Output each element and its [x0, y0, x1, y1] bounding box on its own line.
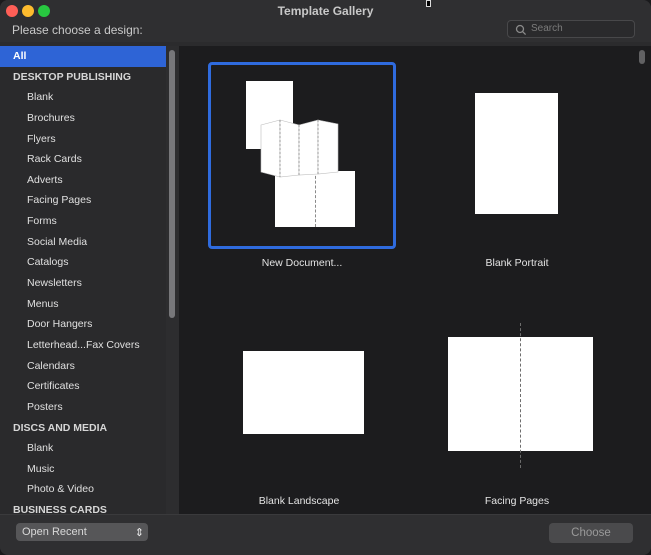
sidebar-item[interactable]: Rack Cards: [0, 149, 166, 170]
sidebar-scroll-thumb[interactable]: [169, 50, 175, 318]
tile-label-facing-pages: Facing Pages: [484, 495, 550, 507]
sidebar-item[interactable]: Facing Pages: [0, 190, 166, 211]
title-bar: Template Gallery: [0, 0, 651, 22]
template-gallery-window: Template Gallery Please choose a design:…: [0, 0, 651, 555]
sidebar-item[interactable]: Menus: [0, 294, 166, 315]
sidebar-item[interactable]: Posters: [0, 397, 166, 418]
search-placeholder: Search: [531, 23, 563, 34]
window-title: Template Gallery: [277, 4, 374, 18]
search-input[interactable]: Search: [507, 20, 635, 38]
sidebar-item[interactable]: Music: [0, 459, 166, 480]
template-grid: New Document... Blank Portrait Blank Lan…: [179, 46, 651, 514]
choose-button[interactable]: Choose: [549, 523, 633, 543]
sidebar-item[interactable]: Certificates: [0, 376, 166, 397]
chevron-updown-icon: ⇕: [134, 527, 144, 539]
sidebar-item[interactable]: Social Media: [0, 232, 166, 253]
text-cursor-icon: [426, 0, 431, 7]
sidebar-category-header[interactable]: DISCS AND MEDIA: [0, 418, 166, 439]
category-list: All DESKTOP PUBLISHING Blank Brochures Flyer…: [0, 46, 166, 514]
sidebar-item[interactable]: Catalogs: [0, 252, 166, 273]
brochure-fold-icon: [260, 119, 339, 178]
design-prompt: Please choose a design:: [12, 23, 143, 37]
template-tile-new-document[interactable]: [208, 62, 396, 249]
grid-scroll-thumb[interactable]: [639, 50, 645, 64]
blank-portrait-thumbnail: [475, 93, 558, 214]
tile-label-new-document: New Document...: [261, 257, 343, 269]
template-tile-blank-portrait[interactable]: [437, 62, 625, 249]
tile-label-blank-portrait: Blank Portrait: [485, 257, 549, 269]
category-sidebar: All DESKTOP PUBLISHING Blank Brochures Flyer…: [0, 46, 179, 514]
template-tile-blank-landscape[interactable]: [208, 313, 396, 484]
sidebar-item[interactable]: Photo & Video: [0, 479, 166, 500]
facing-pages-fold-line: [520, 323, 521, 468]
sidebar-item[interactable]: Calendars: [0, 356, 166, 377]
tile-label-blank-landscape: Blank Landscape: [258, 495, 340, 507]
sidebar-scrollbar[interactable]: [166, 46, 179, 514]
sidebar-category-header[interactable]: BUSINESS CARDS: [0, 500, 166, 514]
sidebar-item[interactable]: Newsletters: [0, 273, 166, 294]
sidebar-item[interactable]: Letterhead...Fax Covers: [0, 335, 166, 356]
sidebar-item[interactable]: Forms: [0, 211, 166, 232]
search-icon: [515, 24, 527, 36]
sidebar-item[interactable]: Brochures: [0, 108, 166, 129]
sidebar-item[interactable]: Door Hangers: [0, 314, 166, 335]
footer-bar: Open Recent ⇕ Choose: [0, 514, 651, 555]
blank-landscape-thumbnail: [243, 351, 364, 434]
template-tile-facing-pages[interactable]: [437, 313, 625, 484]
sidebar-category-header[interactable]: DESKTOP PUBLISHING: [0, 67, 166, 88]
open-recent-popup[interactable]: Open Recent ⇕: [16, 523, 148, 541]
sidebar-item[interactable]: Blank: [0, 438, 166, 459]
sidebar-item[interactable]: Blank: [0, 87, 166, 108]
new-document-thumbnail: [211, 65, 393, 246]
sidebar-item[interactable]: Flyers: [0, 129, 166, 150]
open-recent-label: Open Recent: [22, 526, 87, 538]
sidebar-item[interactable]: All: [0, 46, 166, 67]
sidebar-item[interactable]: Adverts: [0, 170, 166, 191]
